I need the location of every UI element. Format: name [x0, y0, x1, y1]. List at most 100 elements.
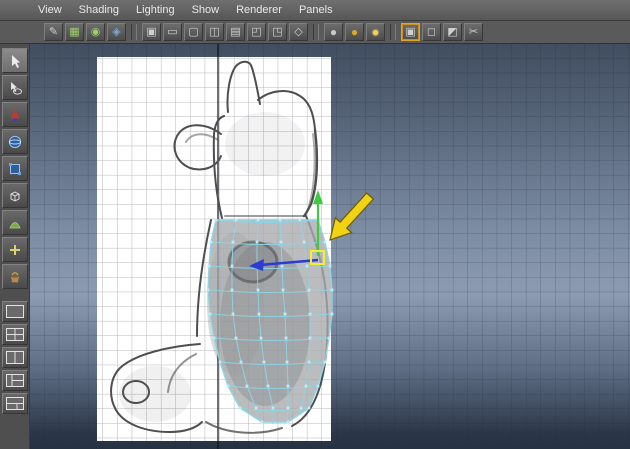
menu-lighting[interactable]: Lighting: [136, 4, 175, 16]
mesh-vertex[interactable]: [279, 240, 283, 244]
mesh-vertex[interactable]: [283, 312, 287, 316]
lasso-tool[interactable]: [1, 75, 28, 100]
snip-icon[interactable]: ✂: [464, 23, 483, 41]
show-manipulator-tool[interactable]: [1, 237, 28, 262]
mesh-vertex[interactable]: [316, 384, 320, 388]
mesh-vertex[interactable]: [308, 336, 312, 340]
mesh-vertex[interactable]: [214, 218, 218, 222]
mesh-vertex[interactable]: [230, 264, 234, 268]
layout-persp-outliner[interactable]: [1, 370, 28, 391]
resolution-gate-icon[interactable]: ▢: [184, 23, 203, 41]
safe-title-icon[interactable]: ◳: [268, 23, 287, 41]
universal-cube-icon: [10, 190, 19, 202]
mesh-vertex[interactable]: [260, 420, 264, 424]
mesh-vertex[interactable]: [231, 312, 235, 316]
soft-mod-tool[interactable]: [1, 210, 28, 235]
mesh-vertex[interactable]: [259, 336, 263, 340]
mesh-vertex[interactable]: [286, 384, 290, 388]
mesh-vertex[interactable]: [234, 218, 238, 222]
menu-show[interactable]: Show: [192, 4, 220, 16]
lit-ball-icon[interactable]: ●: [366, 23, 385, 41]
menu-panels[interactable]: Panels: [299, 4, 333, 16]
mesh-vertex[interactable]: [285, 360, 289, 364]
mesh-vertex[interactable]: [298, 218, 302, 222]
textured-ball-icon[interactable]: ●: [345, 23, 364, 41]
layout-persp-outliner-icon: [5, 374, 24, 387]
universal-manipulator-tool[interactable]: [1, 183, 28, 208]
mesh-vertex[interactable]: [281, 288, 285, 292]
paint-bucket-tool[interactable]: [1, 264, 28, 289]
mesh-vertex[interactable]: [207, 264, 211, 268]
layout-four-pane-icon: [5, 328, 24, 341]
image-plane-icon[interactable]: ▣: [142, 23, 161, 41]
mesh-vertex[interactable]: [226, 384, 230, 388]
film-gate-icon[interactable]: ▭: [163, 23, 182, 41]
viewport-canvas[interactable]: [30, 44, 630, 449]
mesh-vertex[interactable]: [327, 336, 331, 340]
mesh-vertex[interactable]: [323, 360, 327, 364]
mesh-vertex[interactable]: [271, 406, 275, 410]
mesh-vertex[interactable]: [307, 288, 311, 292]
select-tool[interactable]: [1, 48, 28, 73]
mesh-vertex[interactable]: [304, 384, 308, 388]
mesh-vertex[interactable]: [280, 264, 284, 268]
scale-tool[interactable]: [1, 156, 28, 181]
mesh-vertex[interactable]: [209, 240, 213, 244]
layout-two-pane[interactable]: [1, 347, 28, 368]
mesh-vertex[interactable]: [307, 360, 311, 364]
wireframe-mode-icon[interactable]: ◇: [289, 23, 308, 41]
mesh-vertex[interactable]: [307, 406, 311, 410]
mesh-vertex[interactable]: [302, 240, 306, 244]
mesh-vertex[interactable]: [286, 420, 290, 424]
mesh-vertex[interactable]: [238, 406, 242, 410]
mesh-vertex[interactable]: [231, 240, 235, 244]
gate-mask-icon[interactable]: ◫: [205, 23, 224, 41]
mesh-vertex[interactable]: [284, 336, 288, 340]
move-tool[interactable]: [1, 102, 28, 127]
lasso-icon: [10, 81, 22, 95]
isolate-select-icon[interactable]: ▣: [401, 23, 420, 41]
menu-shading[interactable]: Shading: [79, 4, 119, 16]
curve-snap-icon[interactable]: ◉: [86, 23, 105, 41]
select-camera-icon[interactable]: ✎: [44, 23, 63, 41]
mesh-vertex[interactable]: [206, 288, 210, 292]
viewport[interactable]: [30, 44, 630, 449]
scale-cube-icon: [8, 162, 21, 175]
grid-snap-icon[interactable]: ▦: [65, 23, 84, 41]
mesh-vertex[interactable]: [208, 312, 212, 316]
mesh-vertex[interactable]: [230, 288, 234, 292]
layout-four-pane[interactable]: [1, 324, 28, 345]
mesh-vertex[interactable]: [278, 218, 282, 222]
menu-view[interactable]: View: [38, 4, 62, 16]
mesh-vertex[interactable]: [239, 360, 243, 364]
field-chart-icon[interactable]: ▤: [226, 23, 245, 41]
layout-single[interactable]: [1, 301, 28, 322]
mesh-vertex[interactable]: [245, 384, 249, 388]
mesh-vertex[interactable]: [256, 288, 260, 292]
safe-action-icon[interactable]: ◰: [247, 23, 266, 41]
wireframe-on-shaded-icon[interactable]: ◩: [443, 23, 462, 41]
rotate-tool[interactable]: [1, 129, 28, 154]
mesh-vertex[interactable]: [308, 312, 312, 316]
mesh-vertex[interactable]: [257, 312, 261, 316]
layout-split[interactable]: [1, 393, 28, 414]
mesh-vertex[interactable]: [255, 240, 259, 244]
menu-renderer[interactable]: Renderer: [236, 4, 282, 16]
mesh-vertex[interactable]: [212, 336, 216, 340]
mesh-vertex[interactable]: [328, 264, 332, 268]
mesh-vertex[interactable]: [256, 218, 260, 222]
shaded-ball-icon[interactable]: ●: [324, 23, 343, 41]
mesh-vertex[interactable]: [266, 384, 270, 388]
mesh-vertex[interactable]: [234, 336, 238, 340]
mesh-vertex[interactable]: [323, 240, 327, 244]
mesh-vertex[interactable]: [218, 360, 222, 364]
mesh-vertex[interactable]: [299, 406, 303, 410]
mesh-vertex[interactable]: [286, 406, 290, 410]
mesh-vertex[interactable]: [254, 406, 258, 410]
mesh-vertex[interactable]: [305, 264, 309, 268]
point-snap-icon[interactable]: ◈: [107, 23, 126, 41]
mesh-vertex[interactable]: [330, 312, 334, 316]
mesh-vertex[interactable]: [330, 288, 334, 292]
xray-mode-icon[interactable]: ◻: [422, 23, 441, 41]
mesh-vertex[interactable]: [262, 360, 266, 364]
